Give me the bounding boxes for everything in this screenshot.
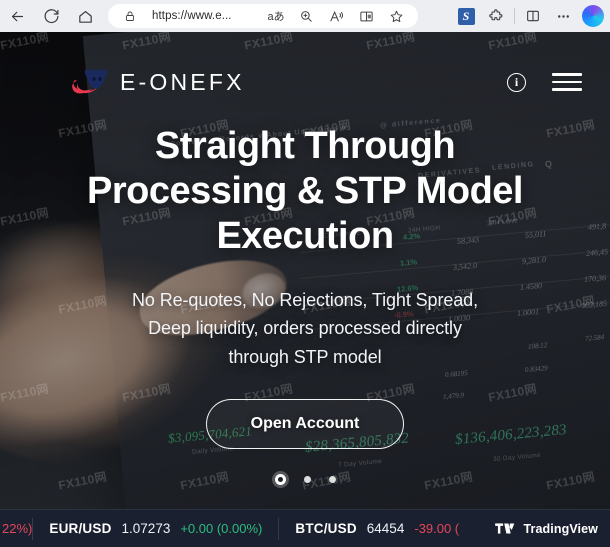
site-header: E-ONEFX i xyxy=(0,54,610,110)
ticker-price: 1.07273 xyxy=(121,521,171,536)
header-actions: i xyxy=(507,72,582,92)
translate-icon[interactable]: aあ xyxy=(261,5,291,27)
carousel-dot-2[interactable] xyxy=(303,476,311,483)
ticker-bar: 22%) EUR/USD 1.07273 +0.00 (0.00%) BTC/U… xyxy=(0,509,610,547)
hero-title-line-3: Execution xyxy=(216,215,394,258)
split-screen-icon[interactable] xyxy=(518,2,548,30)
open-account-button[interactable]: Open Account xyxy=(205,398,405,449)
read-aloud-icon[interactable] xyxy=(321,5,351,27)
tradingview-label: TradingView xyxy=(523,521,598,536)
back-button[interactable] xyxy=(0,1,34,31)
ticker-clipped-left: 22%) xyxy=(2,521,33,536)
url-text[interactable]: https://www.e... xyxy=(152,10,232,22)
logo-text: E-ONEFX xyxy=(120,68,245,95)
favorite-star-icon[interactable] xyxy=(381,5,411,27)
hero-subtitle-line-2: Deep liquidity, orders processed directl… xyxy=(148,318,462,339)
bull-head-icon xyxy=(70,62,114,102)
extension-s-icon: S xyxy=(457,7,475,25)
lock-icon xyxy=(115,5,145,27)
info-icon[interactable]: i xyxy=(507,72,526,92)
hero-title-line-1: Straight Through xyxy=(154,125,456,167)
carousel-dot-3[interactable] xyxy=(328,476,336,483)
tradingview-badge[interactable]: TradingView xyxy=(485,517,604,540)
hamburger-menu-icon[interactable] xyxy=(552,73,582,91)
hero-title-line-2: Processing & STP Model xyxy=(87,170,523,213)
toolbar-right-group: S xyxy=(451,2,610,30)
hero-section: @ difference Portfolio ∨ Records ∨ About… xyxy=(0,32,610,547)
address-bar[interactable]: https://www.e... aあ xyxy=(108,4,418,28)
page-title: Straight Through Processing & STP Model … xyxy=(34,124,576,260)
copilot-icon xyxy=(582,5,604,27)
carousel-dot-1[interactable] xyxy=(274,474,286,485)
more-ellipsis-icon[interactable] xyxy=(548,2,578,30)
hero-subtitle: No Re-quotes, No Rejections, Tight Sprea… xyxy=(34,286,576,371)
ticker-item-btcusd[interactable]: BTC/USD 64454 -39.00 ( xyxy=(279,521,475,536)
toolbar-divider xyxy=(514,8,515,24)
cta-wrapper: Open Account xyxy=(34,398,576,449)
immersive-reader-icon[interactable] xyxy=(351,5,381,27)
hero-subtitle-line-3: through STP model xyxy=(228,346,382,367)
ticker-change: +0.00 (0.00%) xyxy=(180,521,263,536)
extensions-puzzle-icon[interactable] xyxy=(481,2,511,30)
browser-toolbar: https://www.e... aあ S xyxy=(0,0,610,32)
home-button[interactable] xyxy=(68,1,102,31)
hero-subtitle-line-1: No Re-quotes, No Rejections, Tight Sprea… xyxy=(132,289,478,310)
web-page: @ difference Portfolio ∨ Records ∨ About… xyxy=(0,32,610,547)
extension-s-button[interactable]: S xyxy=(451,2,481,30)
ticker-symbol: BTC/USD xyxy=(295,521,357,536)
copilot-button[interactable] xyxy=(578,2,608,30)
tradingview-logo-icon xyxy=(495,522,517,535)
ticker-price: 64454 xyxy=(366,521,405,536)
refresh-button[interactable] xyxy=(34,1,68,31)
carousel-dots xyxy=(0,474,610,485)
ticker-change: -39.00 ( xyxy=(414,521,460,536)
ticker-item-eurusd[interactable]: EUR/USD 1.07273 +0.00 (0.00%) xyxy=(33,521,278,536)
zoom-in-icon[interactable] xyxy=(291,5,321,27)
ticker-symbol: EUR/USD xyxy=(49,521,112,536)
site-logo[interactable]: E-ONEFX xyxy=(70,62,245,102)
hero-copy: Straight Through Processing & STP Model … xyxy=(0,124,610,449)
